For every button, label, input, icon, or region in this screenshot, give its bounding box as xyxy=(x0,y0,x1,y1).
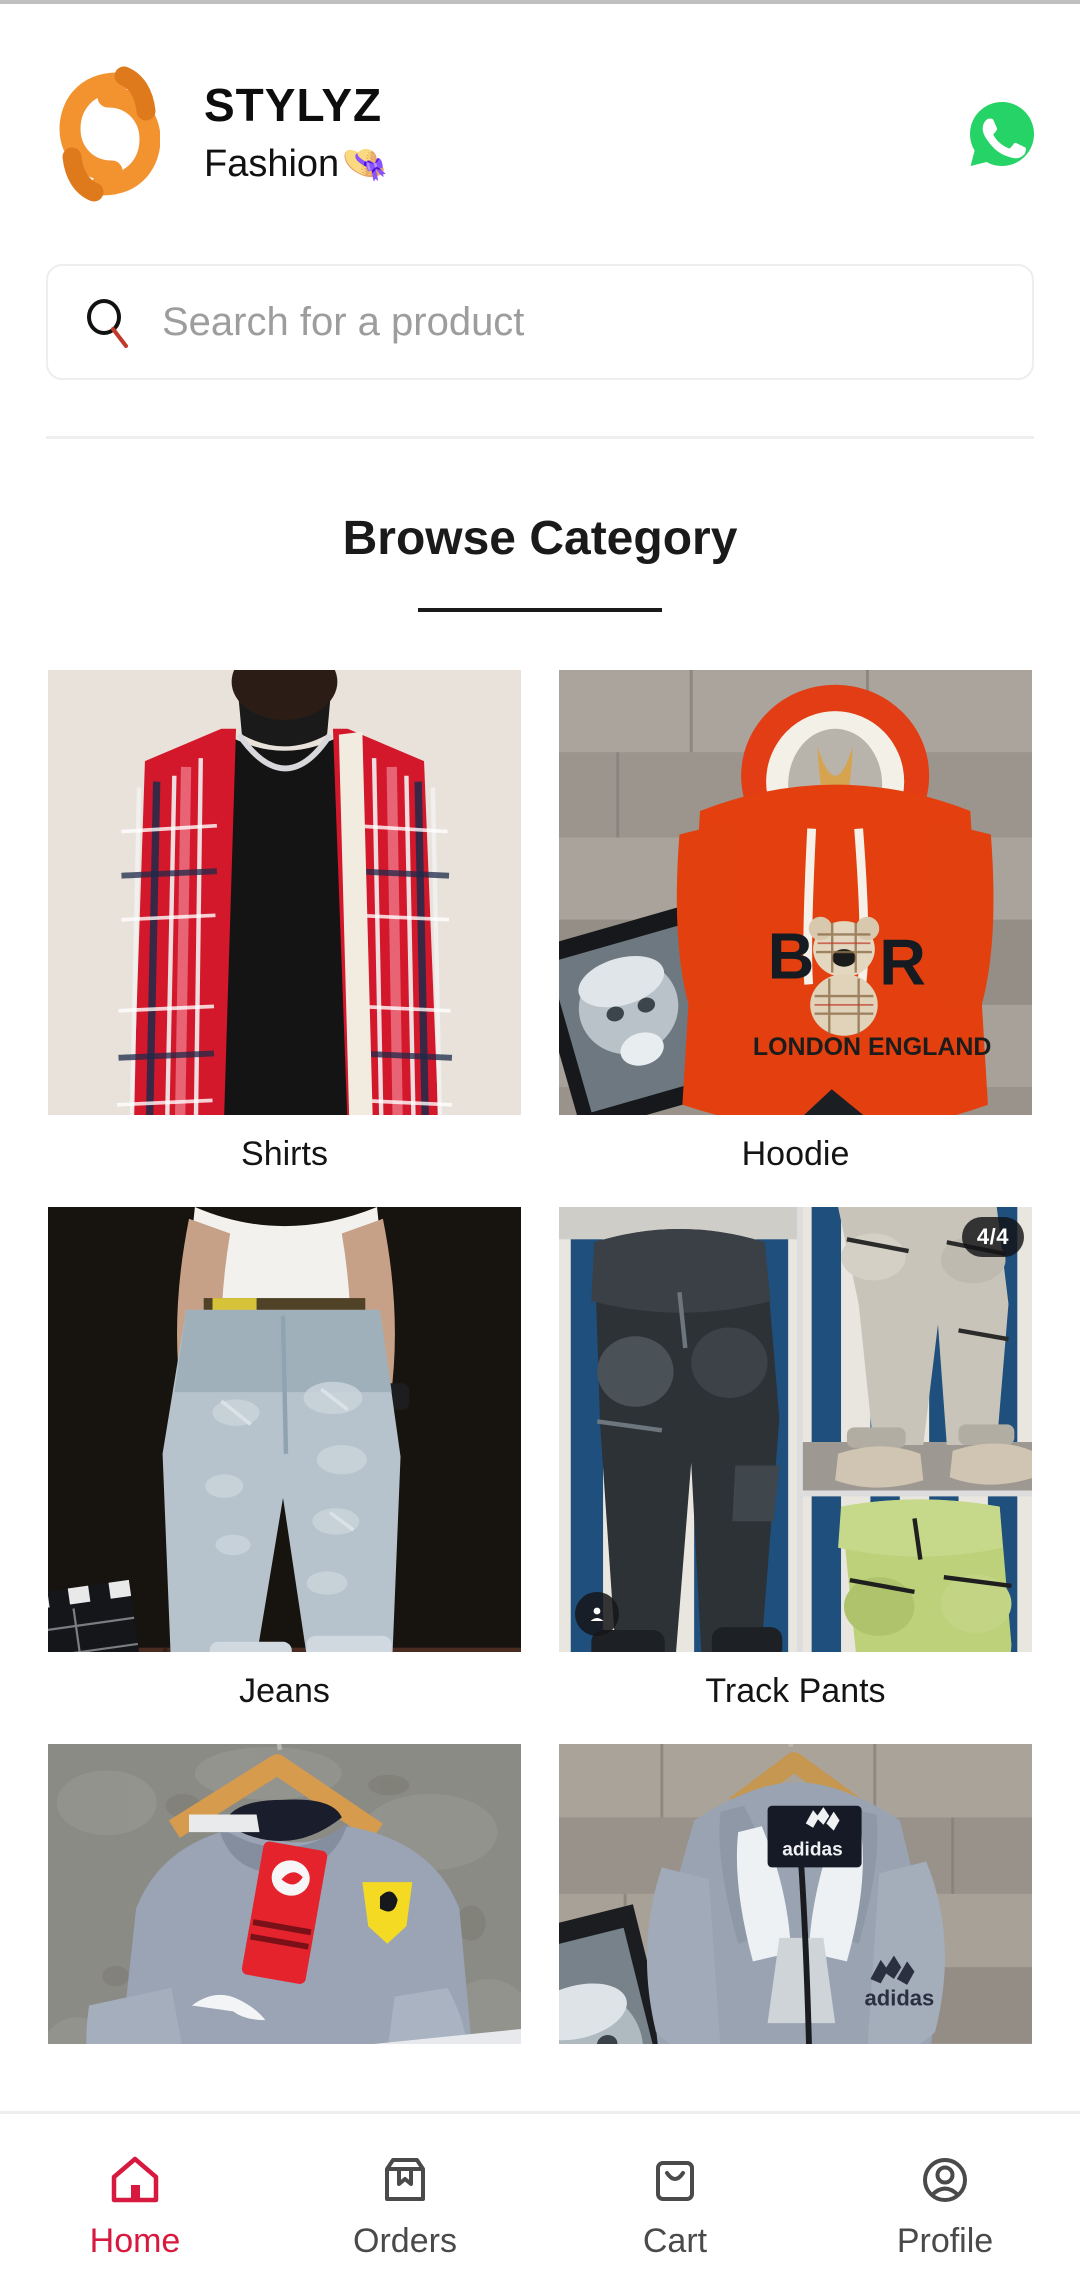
category-label: Jeans xyxy=(239,1672,330,1710)
page-title: Browse Category xyxy=(342,512,738,565)
image-count-badge: 4/4 xyxy=(961,1217,1024,1257)
nav-label-orders: Orders xyxy=(353,2221,457,2260)
category-image-sweatshirt xyxy=(48,1744,521,2044)
hat-emoji-icon: 👒 xyxy=(341,142,389,185)
package-icon xyxy=(377,2152,433,2208)
svg-text:adidas: adidas xyxy=(865,1985,935,2010)
brand-tagline: Fashion 👒 xyxy=(204,140,389,189)
nav-item-orders[interactable]: Orders xyxy=(270,2152,540,2258)
browse-category-header: Browse Category xyxy=(0,439,1080,612)
category-label xyxy=(559,2044,1032,2076)
category-card-jacket[interactable]: adidas adidas xyxy=(559,1744,1032,2076)
bottom-navigation: Home Orders Cart Profile xyxy=(0,2111,1080,2295)
category-image-track-pants: 4/4 xyxy=(559,1207,1032,1652)
app-header: STYLYZ Fashion 👒 xyxy=(0,4,1080,264)
brand-tagline-text: Fashion xyxy=(204,142,340,185)
category-image-shirts xyxy=(48,670,521,1115)
category-card-sweatshirt[interactable] xyxy=(48,1744,521,2076)
account-icon xyxy=(575,1592,619,1636)
category-card-jeans[interactable]: Jeans xyxy=(48,1207,521,1718)
category-image-jeans xyxy=(48,1207,521,1652)
nav-label-cart: Cart xyxy=(642,2221,708,2260)
search-placeholder: Search for a product xyxy=(162,299,525,344)
title-underline xyxy=(418,608,662,612)
category-image-jacket: adidas adidas xyxy=(559,1744,1032,2044)
search-icon xyxy=(82,296,134,348)
search-section: Search for a product xyxy=(0,264,1080,439)
category-label: Track Pants xyxy=(705,1672,886,1710)
category-card-shirts[interactable]: Shirts xyxy=(48,670,521,1181)
category-grid: Shirts B R LONDON ENGLAND Hoodie Jeans 4… xyxy=(0,670,1080,2076)
brand-text: STYLYZ Fashion 👒 xyxy=(204,79,389,189)
category-label xyxy=(48,2044,521,2076)
nav-item-profile[interactable]: Profile xyxy=(810,2152,1080,2258)
category-card-hoodie[interactable]: B R LONDON ENGLAND Hoodie xyxy=(559,670,1032,1181)
bag-icon xyxy=(647,2152,703,2208)
app-title: STYLYZ xyxy=(204,78,383,131)
category-image-hoodie: B R LONDON ENGLAND xyxy=(559,670,1032,1115)
search-input[interactable]: Search for a product xyxy=(46,264,1034,380)
svg-text:LONDON ENGLAND: LONDON ENGLAND xyxy=(753,1033,992,1061)
svg-text:B: B xyxy=(768,919,815,992)
category-label: Hoodie xyxy=(741,1135,850,1173)
nav-item-cart[interactable]: Cart xyxy=(540,2152,810,2258)
stylyz-s-logo-icon xyxy=(56,59,161,209)
whatsapp-icon[interactable] xyxy=(968,100,1036,168)
category-label: Shirts xyxy=(241,1135,328,1173)
svg-text:R: R xyxy=(879,925,926,998)
home-icon xyxy=(107,2152,163,2208)
brand-block: STYLYZ Fashion 👒 xyxy=(56,59,968,209)
nav-item-home[interactable]: Home xyxy=(0,2152,270,2258)
nav-label-home: Home xyxy=(89,2221,181,2260)
person-icon xyxy=(917,2152,973,2208)
category-card-track-pants[interactable]: 4/4 Track Pants xyxy=(559,1207,1032,1718)
svg-text:adidas: adidas xyxy=(782,1840,842,1861)
nav-label-profile: Profile xyxy=(896,2221,994,2260)
